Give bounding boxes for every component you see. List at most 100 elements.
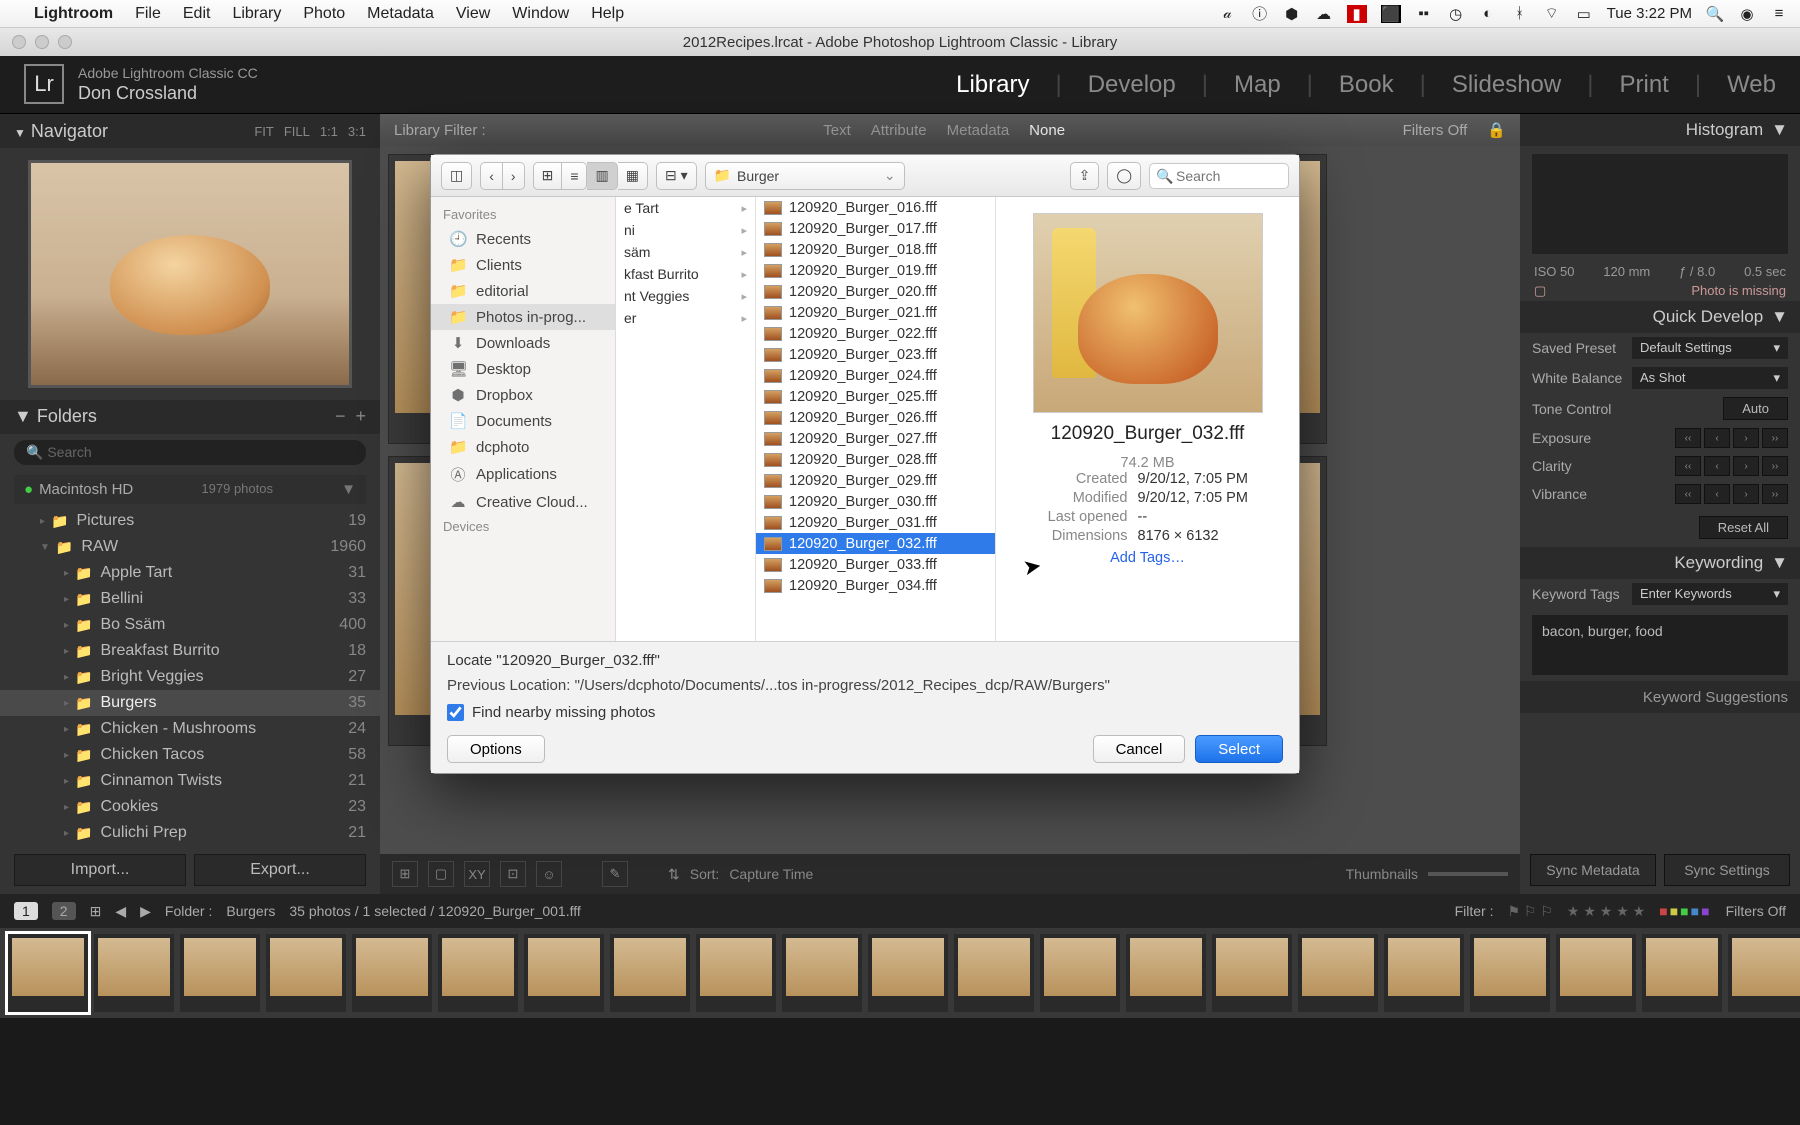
histogram-header[interactable]: Histogram▼ (1520, 114, 1800, 146)
menu-library[interactable]: Library (232, 5, 281, 23)
filmstrip-thumbnail[interactable] (954, 934, 1034, 1012)
folders-header[interactable]: ▼ Folders − + (0, 400, 380, 434)
filmstrip-thumbnail[interactable] (1642, 934, 1722, 1012)
menubar-icon[interactable]: ⓘ (1251, 5, 1269, 23)
grid-view-icon[interactable]: ⊞ (392, 861, 418, 887)
export-button[interactable]: Export... (194, 854, 366, 886)
filmstrip-thumbnail[interactable] (1298, 934, 1378, 1012)
notification-center-icon[interactable]: ≡ (1770, 5, 1788, 23)
sync-metadata-button[interactable]: Sync Metadata (1530, 854, 1656, 886)
file-row[interactable]: 120920_Burger_022.fff (756, 323, 995, 344)
keywords-input[interactable]: bacon, burger, food (1532, 615, 1788, 675)
menubar-icon[interactable]: ⬛ (1381, 5, 1401, 23)
find-nearby-checkbox[interactable]: Find nearby missing photos (447, 704, 1283, 721)
back-button[interactable]: ‹ (480, 162, 503, 190)
sidebar-item[interactable]: 📄Documents (431, 408, 615, 434)
wb-select[interactable]: As Shot▾ (1632, 367, 1788, 389)
compare-view-icon[interactable]: XY (464, 861, 490, 887)
filter-none[interactable]: None (1029, 122, 1065, 139)
folders-search[interactable]: 🔍 Search (14, 440, 366, 465)
file-row[interactable]: 120920_Burger_027.fff (756, 428, 995, 449)
finder-column-1[interactable]: e Tart▸ni▸säm▸kfast Burrito▸nt Veggies▸e… (616, 197, 756, 641)
filmstrip-thumbnail[interactable] (1384, 934, 1464, 1012)
survey-view-icon[interactable]: ⊡ (500, 861, 526, 887)
list-view-icon[interactable]: ≡ (562, 162, 587, 190)
filters-off-dropdown[interactable]: Filters Off (1726, 903, 1786, 919)
sidebar-toggle-icon[interactable]: ◫ (441, 162, 472, 190)
menu-photo[interactable]: Photo (303, 5, 345, 23)
filmstrip-thumbnail[interactable] (1040, 934, 1120, 1012)
filmstrip-thumbnail[interactable] (868, 934, 948, 1012)
filter-attribute[interactable]: Attribute (871, 122, 927, 139)
folder-row[interactable]: ▸📁Cookies23 (0, 794, 380, 820)
folder-row[interactable]: ▸📁Cinnamon Twists21 (0, 768, 380, 794)
options-button[interactable]: Options (447, 735, 545, 763)
nav-back-icon[interactable]: ◀ (115, 903, 126, 920)
module-library[interactable]: Library (956, 71, 1029, 99)
grid-icon[interactable]: ⊞ (90, 903, 102, 920)
sidebar-item[interactable]: 🕘Recents (431, 226, 615, 252)
color-filter[interactable]: ■■■■■ (1659, 903, 1711, 919)
column-folder[interactable]: er▸ (616, 307, 755, 329)
quick-develop-header[interactable]: Quick Develop▼ (1520, 301, 1800, 333)
folder-row[interactable]: ▸📁Bellini33 (0, 586, 380, 612)
arrange-menu[interactable]: ⊟ ▾ (656, 162, 697, 190)
filmstrip-thumbnail[interactable] (1212, 934, 1292, 1012)
loupe-view-icon[interactable]: ▢ (428, 861, 454, 887)
sort-value[interactable]: Capture Time (729, 866, 813, 882)
filmstrip-thumbnail[interactable] (352, 934, 432, 1012)
flag-filter[interactable]: ⚑ ⚐ ⚐ (1507, 903, 1552, 920)
folder-row[interactable]: ▸📁Culichi Prep21 (0, 820, 380, 846)
cancel-button[interactable]: Cancel (1093, 735, 1186, 763)
column-folder[interactable]: ni▸ (616, 219, 755, 241)
file-row[interactable]: 120920_Burger_021.fff (756, 302, 995, 323)
preset-select[interactable]: Default Settings▾ (1632, 337, 1788, 359)
sidebar-item[interactable]: ⬇Downloads (431, 330, 615, 356)
file-row[interactable]: 120920_Burger_017.fff (756, 218, 995, 239)
file-row[interactable]: 120920_Burger_029.fff (756, 470, 995, 491)
filmstrip[interactable] (0, 928, 1800, 1018)
clarity-stepper[interactable]: ‹‹‹››› (1675, 456, 1788, 476)
file-row[interactable]: 120920_Burger_034.fff (756, 575, 995, 596)
folder-row[interactable]: ▸📁Pictures19 (0, 508, 380, 534)
sidebar-item[interactable]: 📁Photos in-prog... (431, 304, 615, 330)
folder-row[interactable]: ▼📁RAW1960 (0, 534, 380, 560)
forward-button[interactable]: › (503, 162, 525, 190)
file-row[interactable]: 120920_Burger_032.fff (756, 533, 995, 554)
column-folder[interactable]: nt Veggies▸ (616, 285, 755, 307)
column-folder[interactable]: säm▸ (616, 241, 755, 263)
thumbnail-size-slider[interactable] (1428, 872, 1508, 876)
sidebar-item[interactable]: ⒶApplications (431, 460, 615, 489)
nav-fwd-icon[interactable]: ▶ (140, 903, 151, 920)
volume-row[interactable]: ●Macintosh HD 1979 photos ▼ (14, 475, 366, 504)
filmstrip-thumbnail[interactable] (1470, 934, 1550, 1012)
module-web[interactable]: Web (1727, 71, 1776, 99)
menu-view[interactable]: View (456, 5, 490, 23)
reset-all-button[interactable]: Reset All (1699, 516, 1788, 539)
spotlight-icon[interactable]: 🔍 (1706, 5, 1724, 23)
file-row[interactable]: 120920_Burger_028.fff (756, 449, 995, 470)
keyword-mode-select[interactable]: Enter Keywords▾ (1632, 583, 1788, 605)
filmstrip-thumbnail[interactable] (524, 934, 604, 1012)
menu-file[interactable]: File (135, 5, 161, 23)
wifi-icon[interactable]: ⌔ (1543, 5, 1561, 23)
module-develop[interactable]: Develop (1088, 71, 1176, 99)
column-folder[interactable]: e Tart▸ (616, 197, 755, 219)
icon-view-icon[interactable]: ⊞ (533, 162, 563, 190)
sort-direction-icon[interactable]: ⇅ (668, 866, 680, 883)
module-slideshow[interactable]: Slideshow (1452, 71, 1561, 99)
sidebar-item[interactable]: 📁Clients (431, 252, 615, 278)
menubar-clock[interactable]: Tue 3:22 PM (1607, 5, 1692, 22)
bluetooth-icon[interactable]: ᚼ (1511, 5, 1529, 23)
sidebar-item[interactable]: 📁dcphoto (431, 434, 615, 460)
app-menu[interactable]: Lightroom (34, 5, 113, 23)
nav-fill[interactable]: FILL (284, 124, 310, 139)
painter-icon[interactable]: ✎ (602, 861, 628, 887)
menubar-icon[interactable]: ◐ (1479, 5, 1497, 23)
tags-icon[interactable]: ◯ (1107, 162, 1141, 190)
filmstrip-thumbnail[interactable] (1556, 934, 1636, 1012)
dropbox-icon[interactable]: ⬢ (1283, 5, 1301, 23)
menu-edit[interactable]: Edit (183, 5, 211, 23)
filmstrip-thumbnail[interactable] (782, 934, 862, 1012)
file-row[interactable]: 120920_Burger_033.fff (756, 554, 995, 575)
